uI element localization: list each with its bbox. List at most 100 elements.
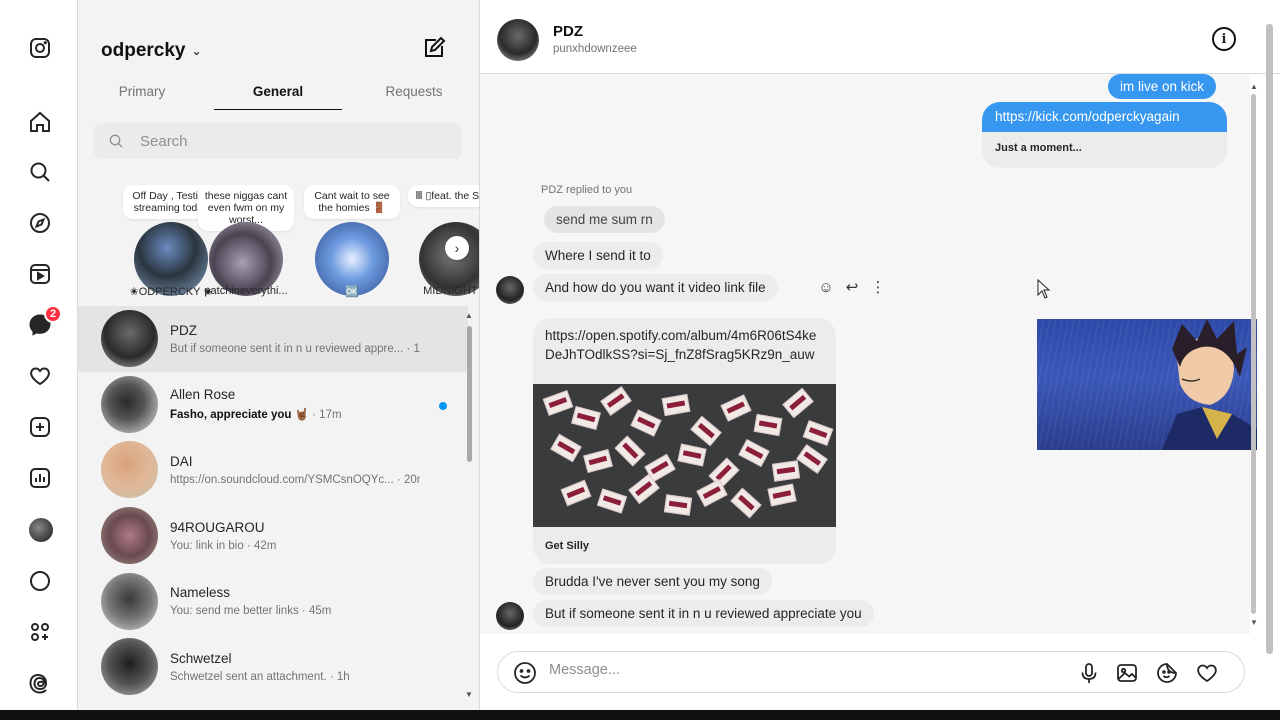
incoming-link-card[interactable]: https://open.spotify.com/album/4m6R06tS4… <box>533 318 836 564</box>
spotify-link-url[interactable]: https://open.spotify.com/album/4m6R06tS4… <box>533 318 833 364</box>
thread-avatar <box>101 441 158 499</box>
webcam-overlay <box>1037 319 1257 450</box>
threads-ring-icon[interactable] <box>26 567 54 595</box>
link-url[interactable]: https://kick.com/odperckyagain <box>982 102 1227 132</box>
message-thread: im live on kick https://kick.com/odperck… <box>480 74 1257 634</box>
thread-name: Allen Rose <box>170 387 236 403</box>
account-switcher[interactable]: odpercky ⌄ <box>101 40 202 62</box>
anime-character-image <box>1162 319 1257 450</box>
thread-time: · 45m <box>301 605 332 618</box>
video-watermark <box>1063 296 1067 314</box>
outgoing-link-card[interactable]: https://kick.com/odperckyagain Just a mo… <box>982 102 1227 168</box>
thread-time: · 42m <box>246 539 277 552</box>
thread-avatar <box>101 310 158 368</box>
thread-avatar <box>101 638 158 696</box>
scrollbar-thumb[interactable] <box>1251 94 1256 614</box>
thread-preview: But if someone sent it in n u reviewed a… <box>170 343 420 355</box>
tab-primary[interactable]: Primary <box>78 78 206 110</box>
react-icon[interactable]: ☺ <box>818 279 834 296</box>
dashboard-icon[interactable] <box>26 464 54 492</box>
message-actions: ☺ ↩ ⋮ <box>818 279 886 297</box>
more-options-icon[interactable]: ⋮ <box>870 279 886 296</box>
scroll-down-arrow[interactable]: ▼ <box>465 690 473 699</box>
thread-row[interactable]: PDZ But if someone sent it in n u review… <box>78 306 468 372</box>
thread-preview: You: send me better links · 45m <box>170 605 332 618</box>
mouse-cursor-icon <box>1037 279 1051 299</box>
thread-preview: Fasho, appreciate you 🤘🏾 · 17m <box>170 409 342 422</box>
thread-avatar <box>101 375 158 433</box>
thread-name: DAI <box>170 453 193 469</box>
scroll-down-arrow[interactable]: ▼ <box>1250 618 1258 627</box>
explore-icon[interactable] <box>26 209 54 237</box>
chat-name[interactable]: PDZ <box>553 23 583 40</box>
incoming-message[interactable]: But if someone sent it in n u reviewed a… <box>533 600 874 627</box>
thread-scrollbar[interactable] <box>467 318 472 690</box>
sender-avatar[interactable] <box>496 276 524 304</box>
search-input[interactable] <box>140 132 440 150</box>
incoming-message[interactable]: Brudda I've never sent you my song <box>533 568 772 595</box>
search-icon <box>109 134 123 148</box>
chat-panel: PDZ punxhdownzeee i im live on kick http… <box>480 0 1280 720</box>
message-composer <box>497 651 1245 693</box>
thread-name: 94ROUGAROU <box>170 519 265 535</box>
notes-strip: Off Day , Testing streaming today ✬ODPER… <box>78 185 479 300</box>
chat-avatar[interactable] <box>497 19 539 61</box>
new-message-button[interactable] <box>422 36 448 62</box>
note-bubble: Cant wait to see the homies 🚪 <box>304 185 400 219</box>
note-name: patchineverythi... <box>204 285 288 297</box>
image-icon[interactable] <box>1115 661 1139 685</box>
thread-row[interactable]: Allen Rose Fasho, appreciate you 🤘🏾 · 17… <box>78 372 468 438</box>
messenger-icon[interactable]: 2 <box>26 305 62 339</box>
page-scrollbar[interactable] <box>1266 24 1273 654</box>
sticker-icon[interactable] <box>1155 661 1179 685</box>
taskbar-strip <box>0 710 1280 720</box>
incoming-message[interactable]: Where I send it to <box>533 242 663 269</box>
thread-time: · 20m <box>396 473 420 486</box>
reels-icon[interactable] <box>26 260 54 288</box>
notes-next-button[interactable]: › <box>445 236 469 260</box>
incoming-message[interactable]: And how do you want it video link file <box>533 274 778 301</box>
inbox-tabs: Primary General Requests <box>78 78 478 110</box>
reply-icon[interactable]: ↩ <box>844 279 860 296</box>
inbox-panel: odpercky ⌄ Primary General Requests Off … <box>78 0 480 720</box>
threads-icon[interactable] <box>26 669 54 697</box>
info-icon: i <box>1221 31 1227 47</box>
create-icon[interactable] <box>26 413 54 441</box>
thread-name: Schwetzel <box>170 650 232 666</box>
thread-row[interactable]: Nameless You: send me better links · 45m <box>78 568 468 634</box>
reply-label: PDZ replied to you <box>541 184 633 196</box>
thread-name: PDZ <box>170 322 197 338</box>
heart-icon[interactable] <box>26 362 54 390</box>
scroll-up-arrow[interactable]: ▲ <box>1250 82 1258 91</box>
link-preview-title: Just a moment... <box>995 142 1082 154</box>
like-heart-icon[interactable] <box>1195 661 1219 685</box>
more-apps-icon[interactable] <box>26 618 54 646</box>
emoji-icon[interactable] <box>513 661 537 685</box>
thread-avatar <box>101 572 158 630</box>
outgoing-message[interactable]: im live on kick <box>1108 74 1217 99</box>
home-icon[interactable] <box>26 108 54 136</box>
conversation-info-button[interactable]: i <box>1212 27 1236 51</box>
tab-requests[interactable]: Requests <box>350 78 478 110</box>
thread-time: · 1m <box>406 342 420 355</box>
chevron-right-icon: › <box>454 240 460 256</box>
thread-row[interactable]: 94ROUGAROU You: link in bio · 42m <box>78 503 468 569</box>
thread-row[interactable]: DAI https://on.soundcloud.com/YSMCsnOQYc… <box>78 437 468 503</box>
chat-header: PDZ punxhdownzeee i <box>480 0 1280 74</box>
thread-preview: Schwetzel sent an attachment. · 1h <box>170 670 350 683</box>
sender-avatar[interactable] <box>496 602 524 630</box>
microphone-icon[interactable] <box>1077 661 1101 685</box>
message-input[interactable] <box>549 662 1069 678</box>
scrollbar-thumb[interactable] <box>467 326 472 462</box>
replied-message[interactable]: send me sum rn <box>544 206 665 233</box>
thread-preview: https://on.soundcloud.com/YSMCsnOQYc... … <box>170 474 420 486</box>
account-name: odpercky <box>101 40 186 61</box>
message-scrollbar[interactable]: ▲ ▼ <box>1250 82 1258 628</box>
thread-row[interactable]: Schwetzel Schwetzel sent an attachment. … <box>78 634 468 700</box>
thread-name: Nameless <box>170 585 231 601</box>
search-icon[interactable] <box>26 158 54 186</box>
thread-list: PDZ But if someone sent it in n u review… <box>78 306 468 700</box>
instagram-logo-icon[interactable] <box>26 34 54 62</box>
tab-general[interactable]: General <box>214 78 342 110</box>
profile-avatar[interactable] <box>29 518 53 542</box>
